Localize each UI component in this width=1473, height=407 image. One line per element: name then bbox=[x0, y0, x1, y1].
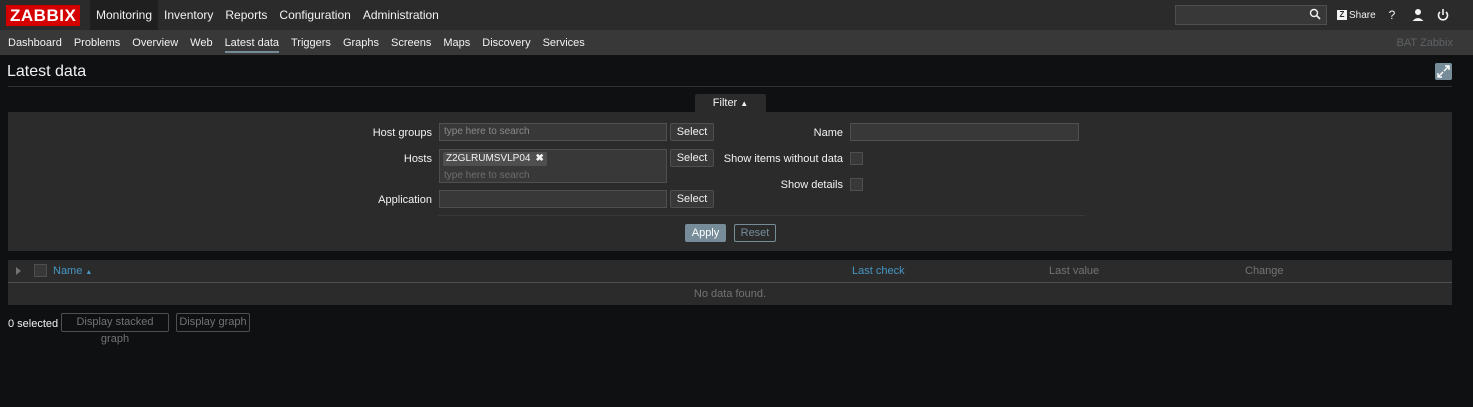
main-menu: Monitoring Inventory Reports Configurati… bbox=[90, 0, 445, 30]
share-label: Share bbox=[1349, 9, 1376, 21]
filter-tab[interactable]: Filter ▲ bbox=[695, 94, 766, 112]
selected-count: 0 selected bbox=[8, 318, 59, 330]
host-tag: Z2GLRUMSVLP04 ✖ bbox=[443, 152, 547, 166]
help-icon[interactable]: ? bbox=[1385, 7, 1399, 23]
submenu-dashboard[interactable]: Dashboard bbox=[2, 31, 68, 55]
table-header: Name ▲ Last check Last value Change bbox=[8, 260, 1452, 283]
no-data-message: No data found. bbox=[693, 288, 767, 300]
caret-up-icon: ▲ bbox=[740, 99, 749, 108]
share-button[interactable]: Z Share bbox=[1337, 8, 1376, 22]
show-details-checkbox[interactable] bbox=[850, 178, 863, 191]
submenu-maps[interactable]: Maps bbox=[437, 31, 476, 55]
fullscreen-icon[interactable] bbox=[1435, 63, 1452, 80]
show-without-data-checkbox[interactable] bbox=[850, 152, 863, 165]
submenu-latest-data[interactable]: Latest data bbox=[219, 31, 285, 55]
menu-monitoring[interactable]: Monitoring bbox=[90, 0, 159, 30]
menu-configuration[interactable]: Configuration bbox=[273, 0, 356, 30]
select-all-checkbox[interactable] bbox=[34, 264, 47, 277]
show-without-data-label: Show items without data bbox=[723, 153, 843, 165]
filter-panel: Host groups type here to search Select H… bbox=[8, 112, 1452, 251]
application-select-button[interactable]: Select bbox=[670, 190, 714, 208]
hosts-label: Hosts bbox=[403, 153, 432, 165]
top-navigation: ZABBIX Monitoring Inventory Reports Conf… bbox=[0, 0, 1473, 31]
show-details-label: Show details bbox=[780, 179, 843, 191]
reset-button[interactable]: Reset bbox=[734, 224, 776, 242]
submenu-triggers[interactable]: Triggers bbox=[285, 31, 337, 55]
filter-tab-label: Filter bbox=[712, 97, 738, 109]
column-name-label: Name bbox=[53, 265, 83, 277]
sub-menu: Dashboard Problems Overview Web Latest d… bbox=[2, 31, 591, 55]
power-icon[interactable] bbox=[1436, 7, 1450, 23]
display-stacked-graph-button[interactable]: Display stacked graph bbox=[61, 313, 169, 345]
submenu-graphs[interactable]: Graphs bbox=[337, 31, 385, 55]
global-search-input[interactable] bbox=[1175, 5, 1327, 25]
submenu-screens[interactable]: Screens bbox=[385, 31, 437, 55]
table-row: No data found. bbox=[8, 283, 1452, 305]
page-title: Latest data bbox=[7, 63, 87, 80]
name-label: Name bbox=[813, 127, 843, 139]
apply-button[interactable]: Apply bbox=[685, 224, 726, 242]
column-last-check[interactable]: Last check bbox=[852, 260, 905, 283]
host-tag-label: Z2GLRUMSVLP04 bbox=[446, 153, 531, 164]
host-groups-select-button[interactable]: Select bbox=[670, 123, 714, 141]
expand-all-icon[interactable] bbox=[16, 267, 21, 275]
submenu-problems[interactable]: Problems bbox=[68, 31, 126, 55]
application-label: Application bbox=[378, 194, 432, 206]
filter-divider bbox=[438, 215, 1085, 216]
menu-administration[interactable]: Administration bbox=[357, 0, 445, 30]
host-groups-label: Host groups bbox=[372, 127, 432, 139]
display-graph-button[interactable]: Display graph bbox=[176, 313, 250, 332]
submenu-overview[interactable]: Overview bbox=[126, 31, 184, 55]
menu-inventory[interactable]: Inventory bbox=[158, 0, 219, 30]
column-last-value: Last value bbox=[1049, 265, 1100, 277]
hosts-placeholder: type here to search bbox=[444, 170, 530, 181]
menu-reports[interactable]: Reports bbox=[219, 0, 273, 30]
host-groups-input[interactable]: type here to search bbox=[439, 123, 667, 141]
title-divider bbox=[8, 86, 1452, 87]
share-icon: Z bbox=[1337, 10, 1347, 20]
search-icon[interactable] bbox=[1309, 8, 1321, 20]
sort-asc-icon: ▲ bbox=[85, 269, 93, 276]
remove-host-icon[interactable]: ✖ bbox=[535, 152, 543, 166]
sub-navigation: Dashboard Problems Overview Web Latest d… bbox=[0, 31, 1473, 55]
application-input[interactable] bbox=[439, 190, 667, 208]
submenu-discovery[interactable]: Discovery bbox=[476, 31, 536, 55]
submenu-web[interactable]: Web bbox=[184, 31, 218, 55]
column-change: Change bbox=[1245, 265, 1284, 277]
server-name: BAT Zabbix bbox=[1396, 37, 1453, 49]
name-input[interactable] bbox=[850, 123, 1079, 141]
submenu-services[interactable]: Services bbox=[537, 31, 591, 55]
column-name[interactable]: Name ▲ bbox=[53, 260, 92, 284]
hosts-input[interactable]: Z2GLRUMSVLP04 ✖ type here to search bbox=[439, 149, 667, 183]
user-icon[interactable] bbox=[1411, 7, 1425, 23]
zabbix-logo[interactable]: ZABBIX bbox=[6, 5, 81, 26]
